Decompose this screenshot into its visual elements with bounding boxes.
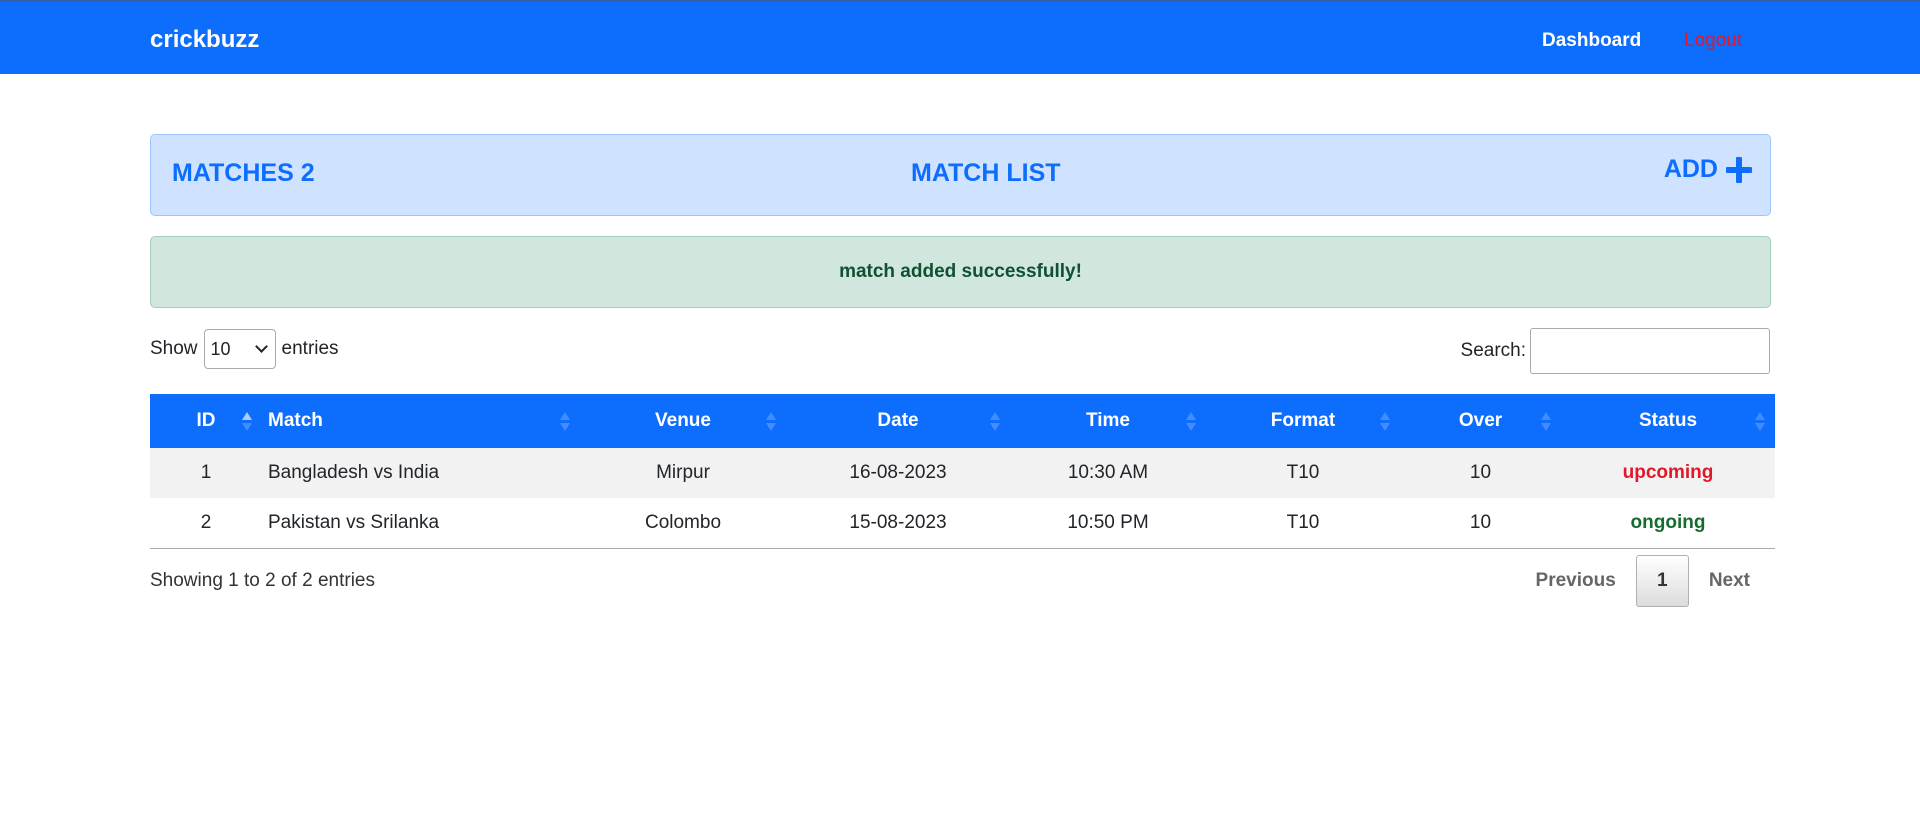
cell-over: 10 [1469, 462, 1492, 483]
cell-status: upcoming [1622, 462, 1714, 483]
cell-status: ongoing [1630, 511, 1706, 533]
brand-logo[interactable]: crickbuzz [150, 26, 259, 54]
column-header-id[interactable]: ID [150, 394, 262, 448]
dashboard-link[interactable]: Dashboard [1542, 30, 1641, 52]
navbar: crickbuzz Dashboard Logout [0, 2, 1920, 74]
alert-message: match added successfully! [839, 261, 1082, 282]
column-header-date[interactable]: Date [786, 394, 1010, 448]
entries-length-control: Show 10 entries [150, 328, 339, 370]
search-label: Search: [1460, 340, 1526, 361]
entries-select[interactable]: 10 [203, 329, 276, 369]
previous-button[interactable]: Previous [1516, 570, 1636, 592]
cell-match: Pakistan vs Srilanka [268, 511, 440, 533]
cell-date: 15-08-2023 [849, 511, 947, 533]
cell-venue: Mirpur [656, 462, 710, 483]
matches-count: MATCHES 2 [172, 159, 315, 187]
sort-icon [1541, 412, 1551, 432]
column-header-over[interactable]: Over [1400, 394, 1561, 448]
search-control: Search: [1461, 328, 1770, 374]
sort-icon [1186, 412, 1196, 432]
table-row: 2 Pakistan vs Srilanka Colombo 15-08-202… [150, 498, 1775, 548]
cell-over: 10 [1469, 511, 1492, 533]
column-header-venue[interactable]: Venue [580, 394, 786, 448]
entries-label: entries [281, 338, 339, 359]
table-row: 1 Bangladesh vs India Mirpur 16-08-2023 … [150, 448, 1775, 498]
logout-link[interactable]: Logout [1684, 30, 1742, 52]
success-alert: match added successfully! [150, 236, 1771, 308]
cell-match: Bangladesh vs India [268, 462, 440, 483]
page-title: MATCH LIST [911, 159, 1061, 187]
next-button[interactable]: Next [1689, 570, 1770, 592]
sort-icon [766, 412, 776, 432]
pagination: Previous 1 Next [1516, 555, 1770, 607]
entries-select-value: 10 [210, 338, 231, 359]
sort-icon [1380, 412, 1390, 432]
plus-icon [1726, 156, 1752, 183]
cell-time: 10:30 AM [1067, 462, 1149, 483]
sort-icon [560, 412, 570, 432]
matches-table: ID Match Venue Date Time Format Over Sta… [150, 394, 1775, 549]
cell-format: T10 [1286, 511, 1320, 533]
cell-format: T10 [1286, 462, 1320, 483]
show-label: Show [150, 338, 198, 359]
sort-icon [1755, 412, 1765, 432]
column-header-time[interactable]: Time [1010, 394, 1206, 448]
cell-time: 10:50 PM [1067, 511, 1149, 533]
search-input[interactable] [1530, 328, 1770, 374]
column-header-format[interactable]: Format [1206, 394, 1400, 448]
cell-date: 16-08-2023 [849, 462, 947, 483]
cell-id: 1 [200, 462, 212, 483]
chevron-down-icon [254, 340, 268, 353]
page-button-1[interactable]: 1 [1635, 555, 1689, 607]
sort-icon [990, 412, 1000, 432]
add-label: ADD [1663, 155, 1718, 183]
table-header-row: ID Match Venue Date Time Format Over Sta… [150, 394, 1775, 448]
table-info: Showing 1 to 2 of 2 entries [150, 570, 375, 591]
column-header-status[interactable]: Status [1561, 394, 1775, 448]
cell-venue: Colombo [644, 511, 722, 533]
sort-asc-icon [242, 412, 252, 432]
add-match-button[interactable]: ADD [1664, 155, 1752, 184]
cell-id: 2 [200, 511, 212, 533]
match-list-header: MATCHES 2 MATCH LIST ADD [150, 134, 1771, 216]
column-header-match[interactable]: Match [262, 394, 580, 448]
matches-table-wrapper: ID Match Venue Date Time Format Over Sta… [150, 394, 1775, 549]
